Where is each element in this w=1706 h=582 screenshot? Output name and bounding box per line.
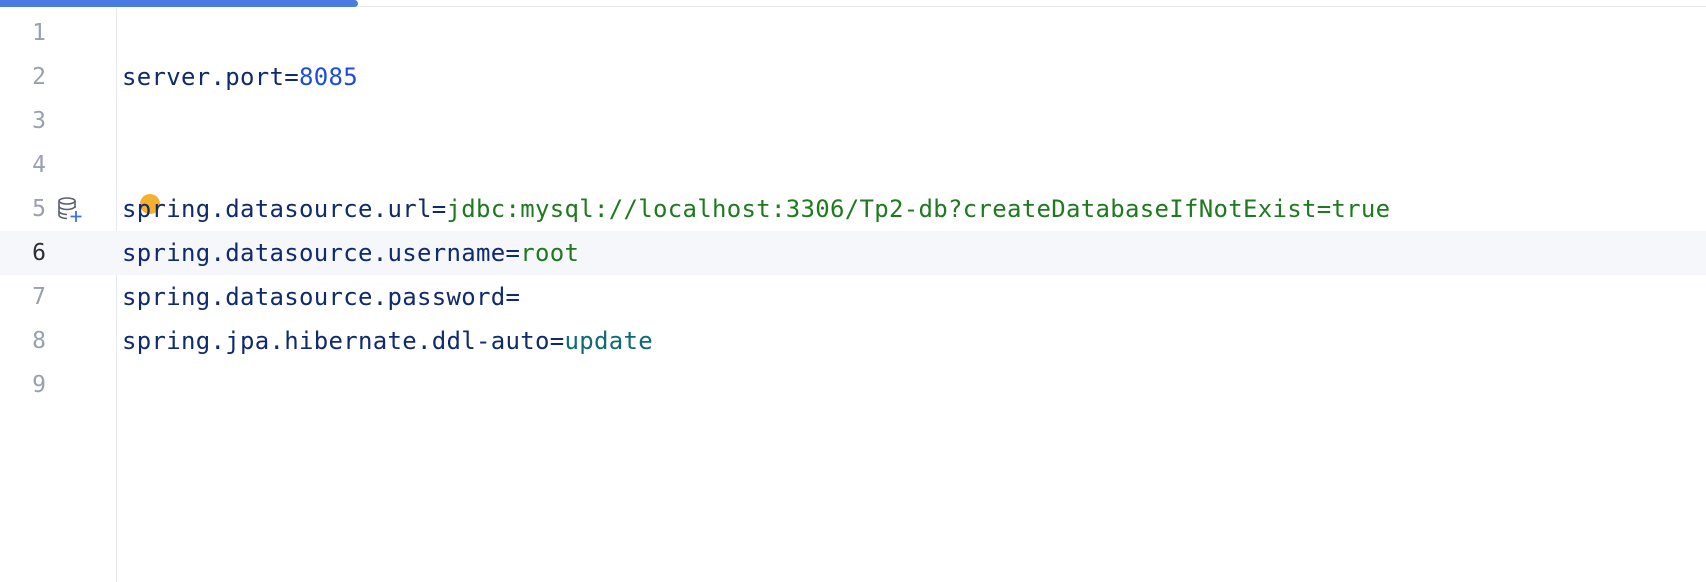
property-separator: =: [505, 283, 521, 311]
editor-line[interactable]: 2 server.port=8085: [0, 55, 1706, 99]
property-key: spring.jpa.hibernate.ddl-auto: [122, 327, 550, 355]
line-code[interactable]: server.port=8085: [122, 55, 358, 99]
property-key: server.port: [122, 63, 285, 91]
line-code[interactable]: spring.datasource.password=: [122, 275, 520, 319]
line-number[interactable]: 5: [0, 187, 46, 231]
line-code[interactable]: spring.datasource.url=jdbc:mysql://local…: [122, 187, 1390, 231]
database-add-icon[interactable]: [56, 196, 84, 224]
editor-line[interactable]: 9: [0, 363, 1706, 407]
editor-line-current[interactable]: 6 spring.datasource.username=root: [0, 231, 1706, 275]
line-number[interactable]: 2: [0, 55, 46, 99]
code-editor[interactable]: 1 2 server.port=8085 3 4 5 spring.dataso…: [0, 0, 1706, 582]
line-number[interactable]: 1: [0, 11, 46, 55]
property-value: update: [564, 327, 653, 355]
property-value: root: [520, 239, 580, 267]
property-key: spring.datasource.username: [122, 239, 506, 267]
property-separator: =: [505, 239, 521, 267]
line-number[interactable]: 3: [0, 99, 46, 143]
property-value: jdbc:mysql://localhost:3306/Tp2-db?creat…: [446, 195, 1391, 223]
editor-line[interactable]: 3: [0, 99, 1706, 143]
editor-line[interactable]: 8 spring.jpa.hibernate.ddl-auto=update: [0, 319, 1706, 363]
property-value: 8085: [299, 63, 358, 91]
editor-line[interactable]: 7 spring.datasource.password=: [0, 275, 1706, 319]
property-separator: =: [431, 195, 447, 223]
line-code[interactable]: spring.datasource.username=root: [122, 231, 579, 275]
line-number[interactable]: 7: [0, 275, 46, 319]
editor-line[interactable]: 1: [0, 11, 1706, 55]
editor-lines: 1 2 server.port=8085 3 4 5 spring.dataso…: [0, 11, 1706, 407]
editor-line[interactable]: 5 spring.datasource.url=jdbc:mysql://loc…: [0, 187, 1706, 231]
property-separator: =: [284, 63, 299, 91]
property-key: spring.datasource.password: [122, 283, 506, 311]
line-code[interactable]: spring.jpa.hibernate.ddl-auto=update: [122, 319, 653, 363]
line-number[interactable]: 9: [0, 363, 46, 407]
line-number[interactable]: 6: [0, 231, 46, 275]
line-number[interactable]: 4: [0, 143, 46, 187]
loading-progress-fill: [0, 0, 358, 7]
property-separator: =: [549, 327, 565, 355]
loading-progress-bar: [0, 0, 1706, 7]
property-key: spring.datasource.url: [122, 195, 432, 223]
editor-line[interactable]: 4: [0, 143, 1706, 187]
line-number[interactable]: 8: [0, 319, 46, 363]
